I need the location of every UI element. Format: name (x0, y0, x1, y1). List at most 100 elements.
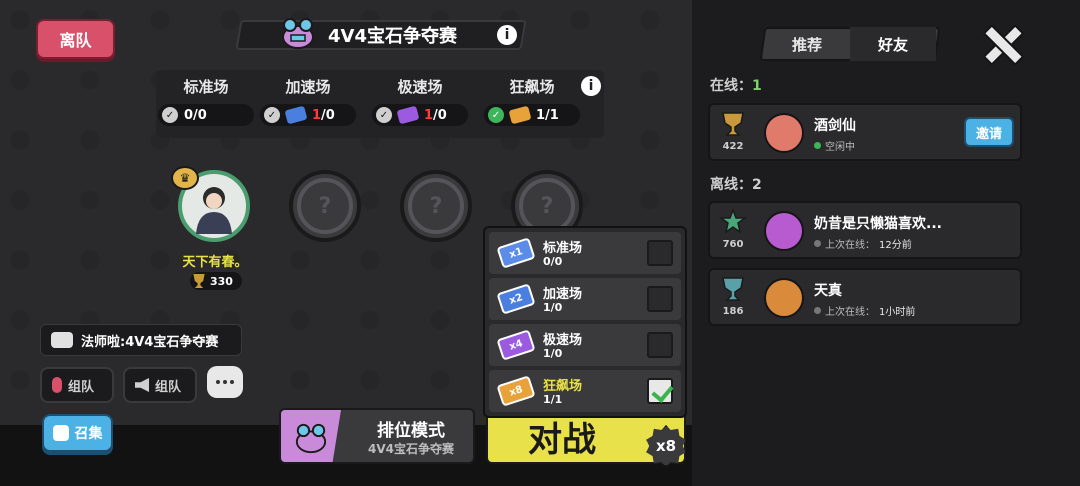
battle-label: 对战 (528, 420, 596, 460)
ticket-icon: x2 (496, 283, 536, 315)
ticket-icon (396, 105, 420, 125)
ranked-mode-subtitle: 4V4宝石争夺赛 (368, 442, 454, 456)
last-online-value: 1小时前 (879, 307, 916, 318)
friend-card-offline-2[interactable]: 186 天真 上次在线： 1小时前 (708, 268, 1022, 326)
check-icon: ✓ (376, 107, 392, 123)
friend-avatar (764, 278, 804, 318)
crown-icon: ♛ (171, 166, 199, 190)
stage-name: 狂飙场 (509, 78, 555, 96)
friend-status: 上次在线： 12分前 (814, 236, 912, 251)
stages-info-icon[interactable]: i (581, 76, 601, 96)
empty-slot-1[interactable]: ? (289, 170, 361, 242)
offline-count: 2 (752, 177, 762, 193)
progress-total: /0 (321, 107, 335, 123)
summon-label: 召集 (74, 426, 103, 442)
question-icon: ? (540, 193, 554, 219)
stage-name: 加速场 (285, 78, 331, 96)
popup-item-name: 标准场 (543, 241, 583, 256)
popup-checkbox[interactable] (647, 332, 673, 358)
popup-checkbox[interactable] (647, 286, 673, 312)
offline-section-label: 离线：2 (710, 174, 762, 194)
empty-slot-2[interactable]: ? (400, 170, 472, 242)
ranked-mode-icon (281, 410, 341, 462)
mode-title-text: 4V4宝石争夺赛 (328, 26, 457, 47)
stage-progress: ✓ 1/0 (260, 104, 356, 126)
popup-item-ultra[interactable]: x4 极速场 1/0 (489, 324, 681, 366)
invite-button[interactable]: 邀请 (964, 117, 1014, 147)
friend-trophy: 186 (716, 276, 750, 317)
progress-done: 1 (536, 107, 546, 123)
question-icon: ? (318, 193, 332, 219)
friend-trophy-count: 422 (722, 141, 744, 152)
popup-item-progress: 0/0 (543, 255, 563, 268)
stage-select-popup: x1 标准场 0/0 x2 加速场 1/0 x4 极速场 1/0 x8 狂飙场 … (483, 226, 687, 418)
summon-button[interactable]: 召集 (42, 414, 113, 452)
ticket-icon (508, 105, 532, 125)
popup-item-progress: 1/1 (543, 393, 563, 406)
chat-open-icon[interactable] (207, 366, 243, 398)
ranked-mode-button[interactable]: 排位模式 4V4宝石争夺赛 (279, 408, 475, 464)
tab-recommended[interactable]: 推荐 (764, 27, 850, 61)
friend-trophy-count: 186 (722, 306, 744, 317)
team-chat-preview[interactable]: 法师啦:4V4宝石争夺赛 (40, 324, 242, 356)
ticket-icon: x8 (496, 375, 536, 407)
player-name: 天下有春。 (182, 255, 248, 270)
popup-item-progress: 1/0 (543, 301, 563, 314)
popup-item-speed[interactable]: x2 加速场 1/0 (489, 278, 681, 320)
friend-avatar (764, 211, 804, 251)
friend-name: 酒剑仙 (814, 118, 856, 134)
team-speaker-button[interactable]: 组队 (123, 367, 197, 403)
friend-card-offline-1[interactable]: 760 奶昔是只懒猫喜欢... 上次在线： 12分前 (708, 201, 1022, 259)
popup-item-name: 狂飙场 (543, 379, 583, 394)
ticket-icon: x4 (496, 329, 536, 361)
stage-progress: ✓ 0/0 (158, 104, 254, 126)
online-dot-icon (814, 142, 821, 149)
trophy-icon (722, 112, 744, 136)
ticket-icon (284, 105, 308, 125)
ticket-icon: x1 (496, 237, 536, 269)
check-icon: ✓ (264, 107, 280, 123)
popup-item-progress: 1/0 (543, 347, 563, 360)
progress-total: /0 (193, 107, 207, 123)
leave-team-button[interactable]: 离队 (36, 19, 115, 59)
last-online-value: 12分前 (879, 240, 912, 251)
question-icon: ? (429, 193, 443, 219)
stage-name: 标准场 (183, 78, 229, 96)
mode-info-icon[interactable]: i (496, 25, 517, 45)
popup-checkbox-checked[interactable] (647, 378, 673, 404)
friend-avatar (764, 113, 804, 153)
stage-progress: ✓ 1/1 (484, 104, 580, 126)
popup-item-crazy[interactable]: x8 狂飙场 1/1 (489, 370, 681, 412)
chat-message: 法师啦:4V4宝石争夺赛 (81, 334, 219, 350)
team-voice-button[interactable]: 组队 (40, 367, 114, 403)
friend-card-online[interactable]: 422 酒剑仙 空闲中 邀请 (708, 103, 1022, 161)
popup-item-name: 极速场 (543, 333, 583, 348)
ranked-mode-title: 排位模式 (377, 421, 445, 441)
popup-item-name: 加速场 (543, 287, 583, 302)
trophy-icon (193, 274, 205, 288)
last-online-prefix: 上次在线： (825, 240, 875, 251)
offline-dot-icon (814, 240, 821, 247)
friend-name: 天真 (814, 283, 842, 299)
stage-ultra: 极速场 ✓ 1/0 (370, 76, 470, 126)
player-trophy-badge: 330 (190, 272, 242, 290)
close-icon[interactable] (982, 24, 1020, 62)
tab-friends[interactable]: 好友 (850, 27, 936, 61)
progress-total: /0 (433, 107, 447, 123)
stage-speed: 加速场 ✓ 1/0 (258, 76, 358, 126)
friend-trophy: 422 (716, 111, 750, 152)
friend-trophy: 760 (716, 207, 750, 250)
stage-crazy: 狂飙场 ✓ 1/1 (482, 76, 582, 126)
trophy-icon (722, 277, 744, 301)
popup-checkbox[interactable] (647, 240, 673, 266)
offline-dot-icon (814, 307, 821, 314)
popup-item-standard[interactable]: x1 标准场 0/0 (489, 232, 681, 274)
progress-done: 1 (424, 107, 434, 123)
team-voice-label: 组队 (68, 379, 95, 395)
speaker-icon (135, 378, 149, 392)
check-icon: ✓ (488, 107, 504, 123)
online-section-label: 在线：1 (710, 75, 762, 95)
online-label: 在线： (710, 78, 752, 94)
friend-trophy-count: 760 (722, 239, 744, 250)
team-speaker-label: 组队 (155, 379, 182, 395)
